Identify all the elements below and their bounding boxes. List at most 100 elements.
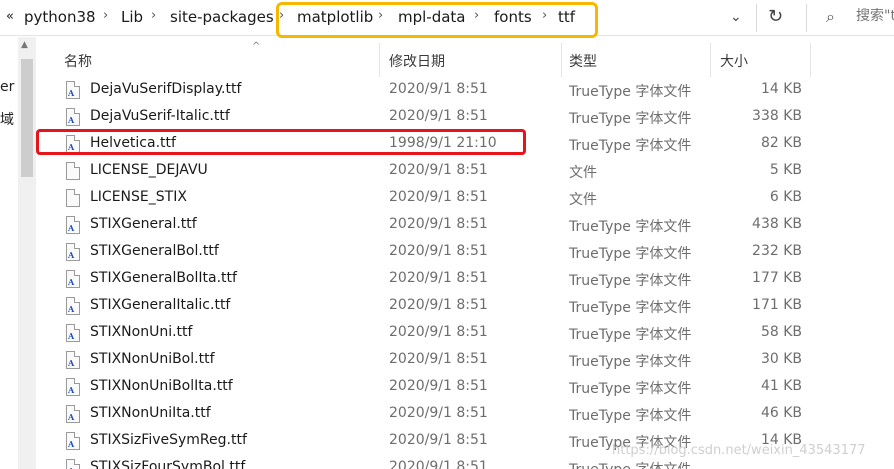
file-size: 171 KB [752, 297, 802, 313]
file-row[interactable]: A STIXGeneralItalic.ttf 2020/9/1 8:51 Tr… [38, 293, 894, 320]
file-name: STIXNonUni.ttf [90, 324, 193, 340]
search-box[interactable]: ⌕ [808, 2, 894, 34]
watermark: https://blog.csdn.net/weixin_43543177 [612, 443, 866, 458]
column-header-date[interactable]: 修改日期 [389, 39, 445, 77]
file-type: TrueType 字体文件 [569, 381, 692, 397]
highlight-box-helvetica [36, 129, 526, 155]
column-header-size[interactable]: 大小 [720, 39, 748, 77]
file-size: 177 KB [752, 270, 802, 286]
file-row[interactable]: A STIXNonUni.ttf 2020/9/1 8:51 TrueType … [38, 320, 894, 347]
file-size: 41 KB [760, 378, 802, 394]
navigation-scrollbar[interactable]: ▲ [18, 37, 36, 469]
file-row[interactable]: LICENSE_STIX 2020/9/1 8:51 文件 6 KB [38, 185, 894, 212]
file-name: STIXSizFiveSymReg.ttf [90, 432, 247, 448]
font-file-icon: A [66, 297, 80, 315]
breadcrumb-separator-icon[interactable]: › [103, 8, 108, 23]
column-header-name[interactable]: 名称 [64, 39, 92, 77]
file-date: 2020/9/1 8:51 [389, 378, 488, 394]
file-row[interactable]: A STIXGeneralBol.ttf 2020/9/1 8:51 TrueT… [38, 239, 894, 266]
file-size: 82 KB [760, 135, 802, 151]
file-name: STIXNonUniBol.ttf [90, 351, 215, 367]
file-size: 5 KB [769, 162, 802, 178]
address-history-dropdown-icon[interactable]: ⌄ [730, 9, 742, 25]
file-size: 232 KB [752, 243, 802, 259]
file-date: 2020/9/1 8:51 [389, 189, 488, 205]
address-bar: « python38 › Lib › site-packages › matpl… [0, 0, 894, 38]
file-date: 2020/9/1 8:51 [389, 270, 488, 286]
file-size: 30 KB [760, 351, 802, 367]
file-date: 2020/9/1 8:51 [389, 324, 488, 340]
file-type: TrueType 字体文件 [569, 354, 692, 370]
file-date: 2020/9/1 8:51 [389, 81, 488, 97]
search-icon[interactable]: ⌕ [826, 7, 835, 27]
file-type: 文件 [569, 165, 597, 181]
file-type: TrueType 字体文件 [569, 111, 692, 127]
column-divider[interactable] [810, 43, 811, 77]
file-date: 2020/9/1 8:51 [389, 243, 488, 259]
file-row[interactable]: A STIXGeneralBolIta.ttf 2020/9/1 8:51 Tr… [38, 266, 894, 293]
file-name: DejaVuSerif-Italic.ttf [90, 108, 230, 124]
file-name: LICENSE_DEJAVU [90, 162, 208, 178]
font-file-icon: A [66, 459, 80, 469]
column-header-type[interactable]: 类型 [569, 39, 597, 77]
file-name: STIXNonUniBolIta.ttf [90, 378, 233, 394]
file-row[interactable]: A STIXNonUniBol.ttf 2020/9/1 8:51 TrueTy… [38, 347, 894, 374]
file-row[interactable]: A STIXNonUniBolIta.ttf 2020/9/1 8:51 Tru… [38, 374, 894, 401]
breadcrumb-python38[interactable]: python38 [24, 8, 96, 26]
file-name: STIXGeneralBolIta.ttf [90, 270, 237, 286]
search-input[interactable] [856, 8, 894, 24]
file-size: 438 KB [752, 216, 802, 232]
font-file-icon: A [66, 378, 80, 396]
file-name: STIXGeneralBol.ttf [90, 243, 219, 259]
file-date: 2020/9/1 8:51 [389, 162, 488, 178]
file-name: STIXGeneral.ttf [90, 216, 197, 232]
file-type: TrueType 字体文件 [569, 300, 692, 316]
font-file-icon: A [66, 432, 80, 450]
nav-item-label[interactable]: er [0, 79, 14, 95]
file-size: 58 KB [760, 324, 802, 340]
file-type: TrueType 字体文件 [569, 327, 692, 343]
breadcrumb-overflow-chevron[interactable]: « [6, 9, 14, 24]
file-row[interactable]: A STIXGeneral.ttf 2020/9/1 8:51 TrueType… [38, 212, 894, 239]
font-file-icon: A [66, 81, 80, 99]
blank-file-icon [66, 189, 80, 207]
file-date: 2020/9/1 8:51 [389, 432, 488, 448]
file-row[interactable]: A DejaVuSerif-Italic.ttf 2020/9/1 8:51 T… [38, 104, 894, 131]
file-date: 2020/9/1 8:51 [389, 459, 488, 469]
file-size: 14 KB [760, 81, 802, 97]
file-type: TrueType 字体文件 [569, 219, 692, 235]
file-date: 2020/9/1 8:51 [389, 351, 488, 367]
file-type: TrueType 字体文件 [569, 246, 692, 262]
refresh-icon[interactable]: ↻ [768, 6, 783, 27]
font-file-icon: A [66, 243, 80, 261]
breadcrumb-lib[interactable]: Lib [121, 8, 143, 26]
file-date: 2020/9/1 8:51 [389, 405, 488, 421]
file-type: TrueType 字体文件 [569, 84, 692, 100]
column-divider[interactable] [710, 43, 711, 77]
sort-ascending-icon: ^ [252, 41, 261, 52]
file-row[interactable]: A STIXNonUniIta.ttf 2020/9/1 8:51 TrueTy… [38, 401, 894, 428]
font-file-icon: A [66, 108, 80, 126]
font-file-icon: A [66, 405, 80, 423]
file-type: 文件 [569, 192, 597, 208]
file-name: DejaVuSerifDisplay.ttf [90, 81, 242, 97]
column-divider[interactable] [379, 43, 380, 77]
breadcrumb-separator-icon[interactable]: › [151, 8, 156, 23]
column-divider[interactable] [561, 43, 562, 77]
breadcrumb-site-packages[interactable]: site-packages [170, 8, 274, 26]
scroll-up-arrow-icon[interactable]: ▲ [21, 40, 28, 50]
font-file-icon: A [66, 216, 80, 234]
blank-file-icon [66, 162, 80, 180]
file-name: LICENSE_STIX [90, 189, 187, 205]
font-file-icon: A [66, 324, 80, 342]
nav-item-label[interactable]: 域 [0, 109, 14, 129]
file-size: 6 KB [769, 189, 802, 205]
file-type: TrueType 字体文件 [569, 138, 692, 154]
divider [756, 4, 757, 32]
file-row[interactable]: A DejaVuSerifDisplay.ttf 2020/9/1 8:51 T… [38, 77, 894, 104]
scrollbar-thumb[interactable] [21, 59, 33, 177]
file-row[interactable]: LICENSE_DEJAVU 2020/9/1 8:51 文件 5 KB [38, 158, 894, 185]
column-header-row: ^ 名称 修改日期 类型 大小 [38, 39, 894, 77]
file-date: 2020/9/1 8:51 [389, 108, 488, 124]
font-file-icon: A [66, 270, 80, 288]
